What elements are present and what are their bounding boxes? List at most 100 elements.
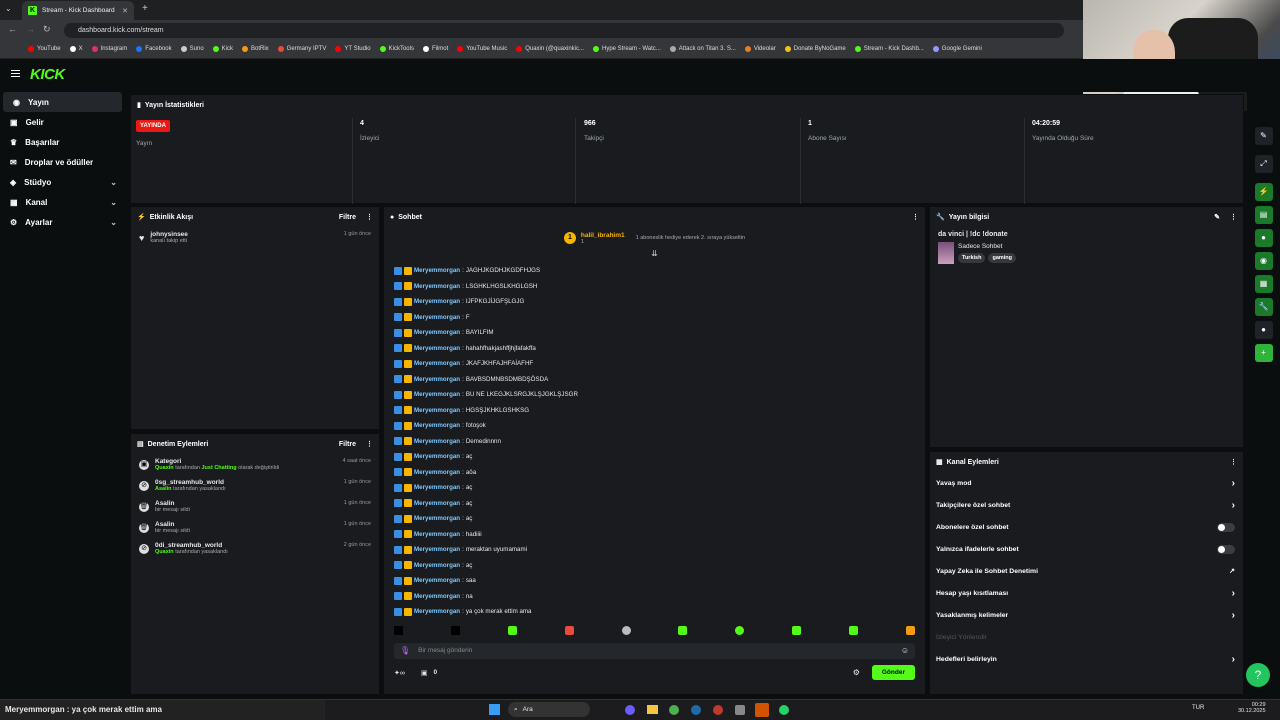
moderation-item-title[interactable]: 0sg_streamhub_world (155, 479, 226, 486)
chat-username[interactable]: Meryemmorgan (414, 329, 460, 336)
url-input[interactable]: dashboard.kick.com/stream (64, 23, 1064, 38)
chevron-right-icon[interactable]: › (1232, 610, 1235, 621)
chevron-right-icon[interactable]: › (1232, 500, 1235, 511)
chat-username[interactable]: Meryemmorgan (414, 531, 460, 538)
channel-action-item[interactable]: Yasaklanmış kelimeler › (930, 604, 1243, 626)
chat-username[interactable]: Meryemmorgan (414, 422, 460, 429)
emote-icon[interactable] (905, 625, 915, 635)
note-icon[interactable]: ▤ (1254, 206, 1273, 224)
chat-username[interactable]: Meryemmorgan (414, 391, 460, 398)
channel-action-item[interactable]: Hedefleri belirleyin › (930, 648, 1243, 670)
more-icon[interactable]: ⋮ (1230, 213, 1237, 221)
bookmark-8[interactable]: YT Studio (335, 46, 371, 52)
folder-icon[interactable] (647, 705, 658, 714)
bookmark-4[interactable]: Suno (180, 46, 204, 52)
bookmark-9[interactable]: KickTools (379, 46, 414, 52)
moderation-actor[interactable]: Quaxin (155, 549, 174, 555)
external-link-icon[interactable]: ↗ (1229, 567, 1235, 575)
more-icon[interactable]: ⋮ (366, 440, 373, 448)
taskbar-clock[interactable]: 00:29 30.12.2025 (1238, 702, 1266, 714)
chrome-icon[interactable] (669, 705, 679, 715)
windows-start-icon[interactable] (489, 704, 500, 715)
menu-icon[interactable] (11, 70, 20, 77)
edit-icon[interactable]: ✎ (1214, 213, 1220, 221)
tab-close-icon[interactable]: ✕ (122, 7, 128, 15)
bolt-icon[interactable]: ⚡ (1254, 183, 1273, 201)
toggle-switch[interactable] (1217, 522, 1235, 532)
sidebar-item-4[interactable]: ◈ Stüdyo ⌄ (0, 172, 125, 192)
chevron-right-icon[interactable]: › (1232, 654, 1235, 665)
chat-username[interactable]: Meryemmorgan (414, 267, 460, 274)
back-icon[interactable]: ← (8, 24, 17, 34)
channel-action-item[interactable]: Hesap yaşı kısıtlaması › (930, 582, 1243, 604)
bookmark-18[interactable]: Google Gemini (932, 46, 982, 52)
chevron-right-icon[interactable]: › (1232, 588, 1235, 599)
chat-username[interactable]: Meryemmorgan (414, 360, 460, 367)
forward-icon[interactable]: → (26, 24, 35, 34)
bookmark-11[interactable]: YouTube Music (457, 46, 507, 52)
chat-username[interactable]: Meryemmorgan (414, 283, 460, 290)
reload-icon[interactable]: ↻ (43, 24, 51, 35)
chat-username[interactable]: Meryemmorgan (414, 562, 460, 569)
bookmark-13[interactable]: Hype Stream - Watc... (593, 46, 661, 52)
mic-icon[interactable]: 🎙 (400, 646, 410, 655)
moderation-item-title[interactable]: Kategori (155, 458, 279, 465)
channel-action-item[interactable]: Abonelere özel sohbet (930, 516, 1243, 538)
chat-input[interactable]: 🎙 Bir mesaj gönderin ☺ (394, 642, 915, 659)
chat-settings-icon[interactable]: ⚙ (853, 668, 860, 677)
emote-icon[interactable] (507, 625, 517, 635)
sidebar-item-3[interactable]: ✉ Droplar ve ödüller (0, 152, 125, 172)
bookmark-5[interactable]: Kick (212, 46, 233, 52)
bookmark-0[interactable]: YouTube (28, 46, 61, 52)
channel-action-item[interactable]: Takipçilere özel sohbet › (930, 494, 1243, 516)
emote-icon[interactable] (849, 625, 858, 635)
discord-icon[interactable] (625, 705, 635, 715)
browser-tab[interactable]: K Stream - Kick Dashboard ✕ (22, 1, 134, 20)
chevron-right-icon[interactable]: › (1232, 478, 1235, 489)
bookmark-10[interactable]: Filmot (422, 46, 448, 52)
chat-username[interactable]: Meryemmorgan (414, 500, 460, 507)
chat-username[interactable]: Meryemmorgan (414, 314, 460, 321)
add-widget-icon[interactable]: + (1254, 344, 1273, 362)
steam-icon[interactable] (691, 705, 701, 715)
emote-icon[interactable] (735, 625, 745, 635)
chat-username[interactable]: Meryemmorgan (414, 438, 460, 445)
bookmark-1[interactable]: X (69, 46, 83, 52)
chat-username[interactable]: Meryemmorgan (414, 453, 460, 460)
bookmark-12[interactable]: Quaxin (@quaxinkic... (516, 46, 584, 52)
people-icon[interactable]: ● (1254, 321, 1273, 339)
moderation-item-title[interactable]: 0di_streamhub_world (155, 542, 228, 549)
expand-icon[interactable]: ⤢ (1254, 155, 1273, 173)
bookmark-2[interactable]: Instagram (91, 46, 127, 52)
more-icon[interactable]: ⋮ (1230, 458, 1237, 466)
moderation-item-title[interactable]: Asalin (155, 500, 190, 507)
obs-icon[interactable] (713, 705, 723, 715)
sidebar-item-0[interactable]: ◉ Yayın (3, 92, 122, 112)
taskbar-search[interactable]: ⌕ Ara (508, 702, 590, 717)
chat-username[interactable]: Meryemmorgan (414, 376, 460, 383)
help-icon[interactable]: ? (1246, 663, 1270, 687)
taskbar-language[interactable]: TUR (1192, 705, 1204, 711)
chat-username[interactable]: Meryemmorgan (414, 546, 460, 553)
chat-username[interactable]: Meryemmorgan (414, 593, 460, 600)
activity-filter-button[interactable]: Filtre (339, 214, 356, 221)
chat-username[interactable]: Meryemmorgan (414, 577, 460, 584)
emote-icon[interactable] (678, 625, 688, 635)
chat-username[interactable]: Meryemmorgan (414, 469, 460, 476)
gift-icon[interactable]: ▣ (421, 669, 428, 677)
chat-bubble-icon[interactable]: ● (1254, 229, 1273, 247)
points-icon[interactable]: ✦∞ (394, 669, 405, 677)
bookmark-6[interactable]: BotRix (242, 46, 269, 52)
moderation-actor[interactable]: Asalin (155, 486, 172, 492)
chevron-down-icon[interactable]: ⌄ (110, 198, 117, 207)
chat-username[interactable]: Meryemmorgan (414, 484, 460, 491)
bookmark-7[interactable]: Germany IPTV (277, 46, 326, 52)
more-icon[interactable]: ⋮ (912, 213, 919, 221)
whatsapp-icon[interactable] (779, 705, 789, 715)
sidebar-item-5[interactable]: ▦ Kanal ⌄ (0, 192, 125, 212)
channel-action-item[interactable]: Yapay Zeka ile Sohbet Denetimi ↗ (930, 560, 1243, 582)
layout-icon[interactable]: ▦ (1254, 275, 1273, 293)
emote-icon[interactable] (792, 625, 802, 635)
chat-username[interactable]: Meryemmorgan (414, 608, 460, 615)
pin-icon[interactable]: ✎ (1254, 127, 1273, 145)
